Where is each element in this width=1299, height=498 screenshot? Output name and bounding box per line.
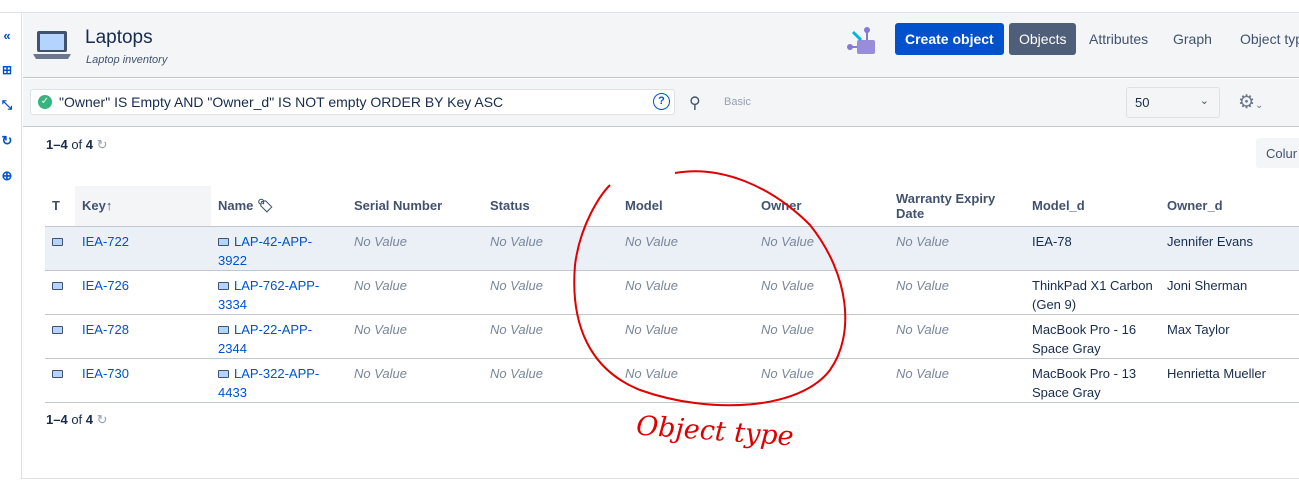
aql-search-input[interactable]: ✓ "Owner" IS Empty AND "Owner_d" IS NOT … <box>30 89 675 115</box>
warranty-cell: No Value <box>889 357 1025 403</box>
minimize-icon[interactable]: ⤡ <box>0 97 14 113</box>
col-warranty[interactable]: Warranty Expiry Date <box>889 186 1025 226</box>
serial-cell: No Value <box>347 225 483 270</box>
col-model-d[interactable]: Model_d <box>1025 186 1160 226</box>
page-subtitle: Laptop inventory <box>86 54 168 66</box>
page-size-value: 50 <box>1135 95 1150 110</box>
owner-d-cell: Henrietta Mueller <box>1160 357 1299 403</box>
tab-graph[interactable]: Graph <box>1163 23 1222 55</box>
serial-cell: No Value <box>347 269 483 314</box>
results-count-bottom: 1–4 of 4 ↻ <box>46 412 108 427</box>
import-object-icon[interactable] <box>845 24 879 58</box>
create-object-button[interactable]: Create object <box>895 23 1004 55</box>
warranty-cell: No Value <box>889 269 1025 314</box>
owner-d-cell: Joni Sherman <box>1160 269 1299 314</box>
model-d-cell: IEA-78 <box>1025 225 1160 270</box>
refresh-results-icon[interactable]: ↻ <box>97 137 108 152</box>
sort-asc-icon: ↑ <box>105 198 113 214</box>
model-d-cell: ThinkPad X1 Carbon (Gen 9) <box>1025 269 1160 314</box>
tab-objects[interactable]: Objects <box>1009 23 1077 55</box>
serial-cell: No Value <box>347 357 483 403</box>
object-type-header: Laptops Laptop inventory Create object O… <box>23 13 1299 78</box>
object-key-link[interactable]: IEA-722 <box>82 234 129 249</box>
warranty-cell: No Value <box>889 225 1025 270</box>
col-type: T <box>52 198 60 214</box>
search-bar-row: ✓ "Owner" IS Empty AND "Owner_d" IS NOT … <box>23 79 1299 127</box>
object-name-link[interactable]: LAP-322-APP-4433 <box>218 366 319 400</box>
page-title: Laptops <box>85 27 153 48</box>
laptop-type-icon <box>52 369 63 378</box>
help-icon[interactable]: ? <box>653 93 670 110</box>
object-name-link[interactable]: LAP-22-APP-2344 <box>218 322 312 356</box>
columns-button[interactable]: Colur <box>1256 138 1299 168</box>
object-name-link[interactable]: LAP-42-APP-3922 <box>218 234 312 268</box>
serial-cell: No Value <box>347 313 483 358</box>
model-d-cell: MacBook Pro - 13 Space Gray <box>1025 357 1160 403</box>
laptop-icon <box>33 31 71 59</box>
owner-d-cell: Max Taylor <box>1160 313 1299 358</box>
object-key-link[interactable]: IEA-730 <box>82 366 129 381</box>
add-icon[interactable]: ⊕ <box>0 168 14 184</box>
sidebar: « ⊞ ⤡ ↻ ⊕ <box>0 13 22 479</box>
laptop-type-icon <box>218 237 229 246</box>
laptop-type-icon <box>218 281 229 290</box>
object-key-link[interactable]: IEA-728 <box>82 322 129 337</box>
col-name[interactable]: Name 🏷 <box>211 186 347 226</box>
laptop-type-icon <box>52 281 63 290</box>
warranty-cell: No Value <box>889 313 1025 358</box>
results-count-top: 1–4 of 4 ↻ <box>46 137 108 152</box>
laptop-type-icon <box>52 325 63 334</box>
chevron-down-icon: ⌄ <box>1199 95 1209 107</box>
settings-gear-icon[interactable]: ⚙⌄ <box>1238 91 1263 114</box>
search-icon[interactable]: ⚲ <box>689 93 701 113</box>
aql-query-text[interactable]: "Owner" IS Empty AND "Owner_d" IS NOT em… <box>59 94 503 110</box>
page-size-select[interactable]: 50 ⌄ <box>1126 87 1220 118</box>
valid-check-icon: ✓ <box>38 95 52 109</box>
basic-mode-toggle[interactable]: Basic <box>724 96 751 108</box>
object-name-link[interactable]: LAP-762-APP-3334 <box>218 278 319 312</box>
refresh-results-icon[interactable]: ↻ <box>97 412 108 427</box>
col-owner-d[interactable]: Owner_d <box>1160 186 1299 226</box>
hierarchy-icon[interactable]: ⊞ <box>0 63 14 77</box>
tab-object-type[interactable]: Object typ <box>1230 23 1299 55</box>
model-d-cell: MacBook Pro - 16 Space Gray <box>1025 313 1160 358</box>
tab-attributes[interactable]: Attributes <box>1079 23 1158 55</box>
col-serial[interactable]: Serial Number <box>347 186 483 226</box>
object-key-link[interactable]: IEA-726 <box>82 278 129 293</box>
laptop-type-icon <box>218 325 229 334</box>
laptop-type-icon <box>52 237 63 246</box>
tag-icon: 🏷 <box>257 197 274 213</box>
owner-d-cell: Jennifer Evans <box>1160 225 1299 270</box>
refresh-icon[interactable]: ↻ <box>0 133 14 149</box>
collapse-icon[interactable]: « <box>0 28 14 43</box>
laptop-type-icon <box>218 369 229 378</box>
bottom-divider <box>22 478 1299 479</box>
col-key[interactable]: Key↑ <box>75 186 211 226</box>
